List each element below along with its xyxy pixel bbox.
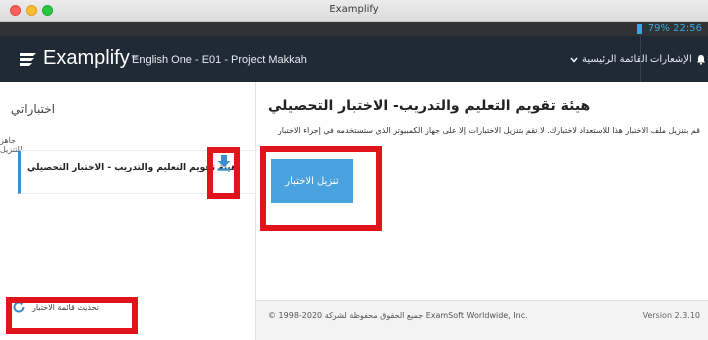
window-title: Examplify (329, 4, 379, 15)
copyright-text: © 1998-2020 جميع الحقوق محفوظة لشركة Exa… (268, 311, 528, 320)
version-label: Version 2.3.10 (642, 311, 700, 320)
notifications-label: الإشعارات (650, 54, 692, 65)
footer: © 1998-2020 جميع الحقوق محفوظة لشركة Exa… (256, 300, 708, 340)
status-strip: 79% 22:56 (0, 22, 708, 36)
exam-description: قم بتنزيل ملف الاختبار هذا للاستعداد لاخ… (277, 126, 700, 135)
examplify-logo-icon (20, 52, 36, 66)
exam-item-name: هيئة تقويم التعليم والتدريب - الاختبار ا… (27, 163, 238, 173)
top-navbar: Examplify ™ English One - E01 - Project M… (0, 36, 708, 82)
exam-sidebar: اختباراتي جاهز للتنزيل هيئة تقويم التعلي… (0, 82, 256, 340)
exam-title: هيئة تقويم التعليم والتدريب- الاختبار ال… (268, 98, 591, 114)
download-exam-button[interactable]: تنزيل الاختبار (271, 159, 353, 203)
main-menu-dropdown[interactable]: القائمة الرئيسية (570, 54, 647, 65)
window-titlebar: Examplify (0, 0, 708, 22)
chevron-down-icon (570, 57, 578, 63)
refresh-label: تحديث قائمة الاختبار (32, 302, 100, 312)
course-title: English One - E01 - Project Makkah (132, 54, 307, 66)
notifications-button[interactable]: الإشعارات (650, 54, 706, 65)
app-logo: Examplify ™ (18, 47, 138, 70)
sidebar-title: اختباراتي (10, 102, 55, 116)
navbar-divider (640, 36, 641, 82)
refresh-exam-list-button[interactable]: تحديث قائمة الاختبار (12, 300, 99, 314)
main-menu-label: القائمة الرئيسية (582, 54, 648, 65)
download-exam-icon-button[interactable] (211, 150, 237, 176)
refresh-icon (13, 301, 25, 313)
logo-text: Examplify (43, 47, 130, 69)
download-icon (217, 155, 231, 171)
battery-time-readout: 79% 22:56 (647, 23, 702, 34)
bell-icon (696, 55, 705, 65)
app-window: Examplify 79% 22:56 Examplify ™ English O… (0, 0, 708, 340)
battery-icon (637, 24, 642, 34)
